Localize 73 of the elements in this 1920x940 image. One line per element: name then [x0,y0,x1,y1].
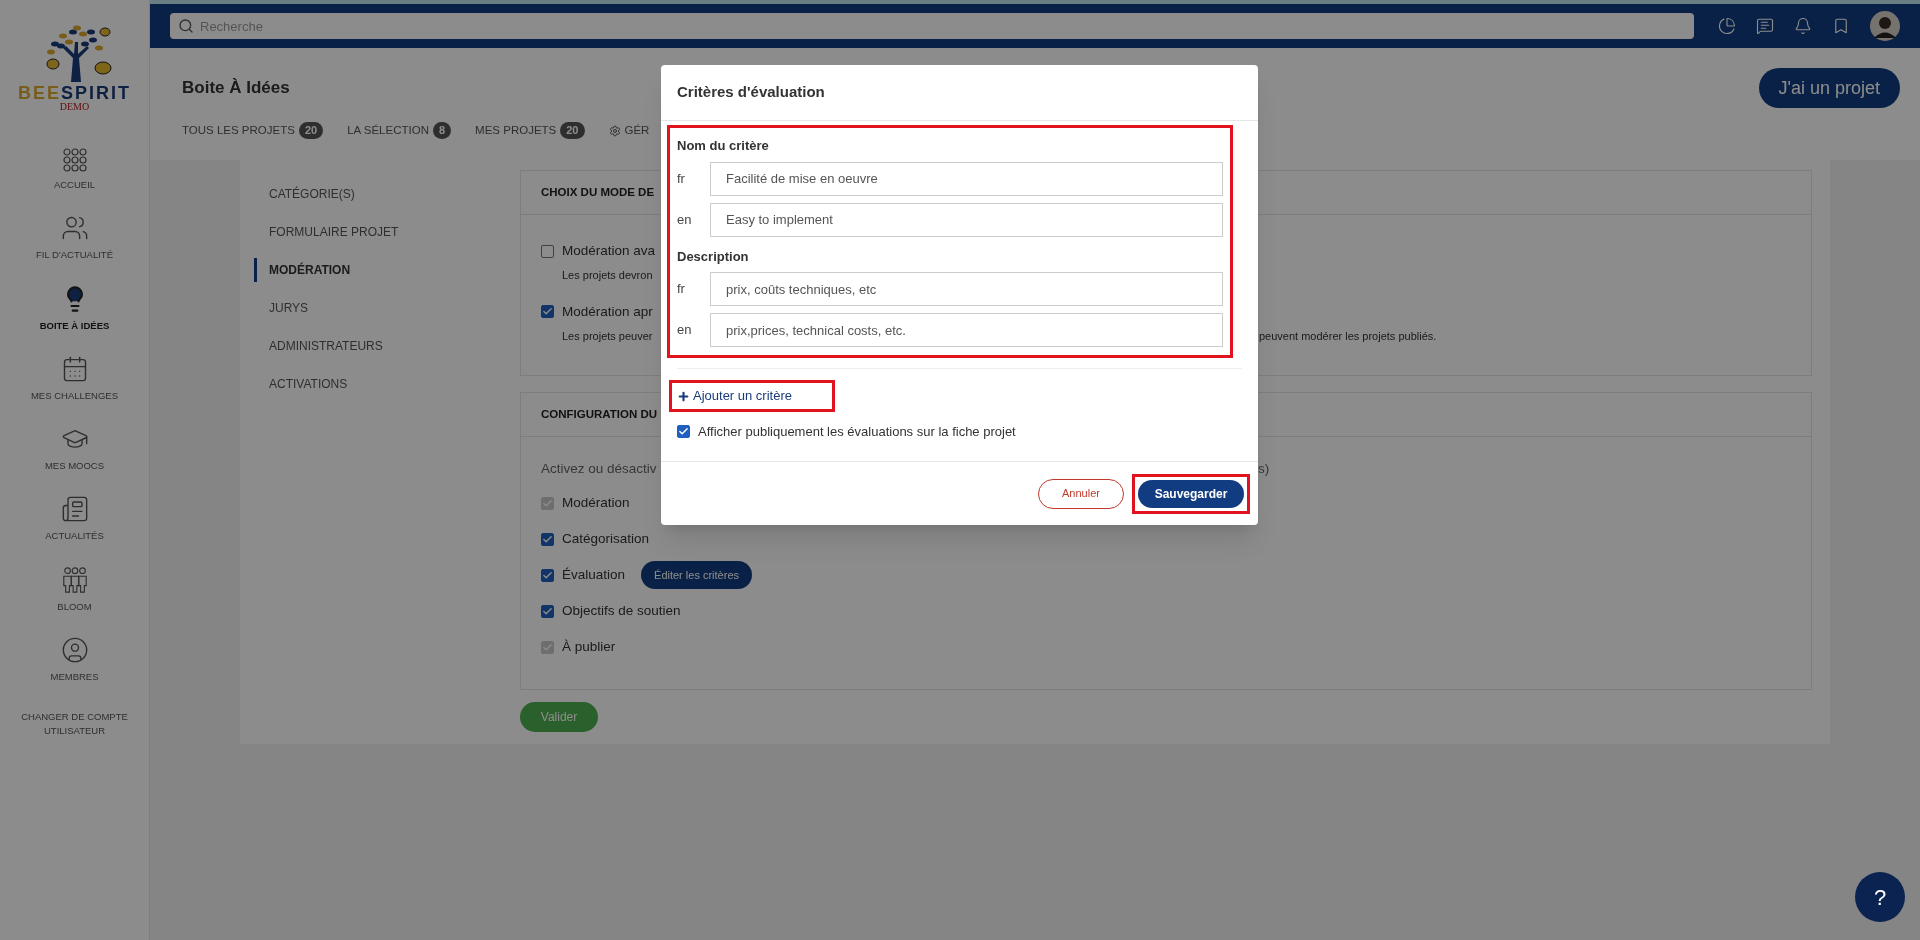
people-icon [60,565,89,594]
gear-icon [608,124,621,137]
user-icon [60,635,89,664]
feature-label: Catégorisation [562,530,650,549]
group-label: Description [677,247,750,266]
settings-menu-item[interactable]: ADMINISTRATEURS [254,334,520,358]
page-title: Boite À Idées [182,77,290,100]
sidebar-item[interactable]: BLOOM [4,565,145,614]
input-field[interactable]: Easy to implement [710,202,1223,237]
option-note: Les projets peuver [562,330,653,342]
plus-icon [677,389,690,403]
logo-wordmark: BEESPIRIT [18,84,131,102]
tab[interactable]: GÉR [608,122,650,146]
sidebar-item[interactable]: MEMBRES [4,635,145,684]
notification-icon[interactable] [1794,17,1812,35]
card-title: CHOIX DU MODE DE [541,184,655,200]
group-label: Nom du critère [677,137,770,155]
checkbox[interactable] [677,425,690,439]
checkbox[interactable] [541,244,554,258]
language-label: fr [677,169,686,188]
new-project-button[interactable]: J'ai un projet [1758,68,1900,108]
language-label: fr [677,280,686,299]
save-button[interactable]: Sauvegarder [1138,479,1244,508]
input-field[interactable]: prix,prices, technical costs, etc. [710,313,1223,347]
checkbox[interactable] [541,532,554,546]
feature-label: Évaluation [562,566,626,585]
option-label: Modération apr [562,302,653,321]
settings-menu-item[interactable]: ACTIVATIONS [254,372,520,396]
newspaper-icon [60,495,89,524]
sidebar-item[interactable]: MES MOOCS [4,425,145,474]
option-note: peuvent modérer les projets publiés. [1259,329,1437,344]
feature-label: Modération [562,494,630,513]
tab[interactable]: MES PROJETS 20 [475,122,585,146]
card-title: CONFIGURATION DU [541,406,658,422]
avatar[interactable] [1870,11,1900,41]
add-criterion-link[interactable]: Ajouter un critère [677,386,792,406]
option-note: Les projets devron [562,269,653,282]
chat-icon[interactable] [1756,17,1774,35]
option-label: Afficher publiquement les évaluations sur la fiche projet [698,423,1016,441]
sidebar-item[interactable]: BOITE À IDÉES [4,284,145,333]
input-field[interactable]: Facilité de mise en oeuvre [710,161,1223,196]
checkbox[interactable] [541,604,554,618]
bookmark-icon[interactable] [1832,17,1850,35]
logo-tag: DEMO [59,102,90,112]
validate-button[interactable]: Valider [520,702,598,732]
settings-menu-item[interactable]: FORMULAIRE PROJET [254,220,520,244]
search-icon [178,18,194,34]
sidebar-item[interactable]: ACCUEIL [4,148,145,193]
switch-account-link[interactable]: CHANGER DE COMPTE UTILISATEUR [19,710,130,738]
tab[interactable]: TOUS LES PROJETS 20 [182,122,324,146]
instruction-text: Activez ou désactiv [541,461,657,476]
feature-label: Objectifs de soutien [562,602,681,621]
tab[interactable]: LA SÉLECTION 8 [347,122,452,146]
settings-menu-item[interactable]: JURYS [254,296,520,320]
sidebar-item[interactable]: MES CHALLENGES [4,354,145,403]
settings-menu-item[interactable]: CATÉGORIE(S) [254,182,520,206]
language-label: en [677,321,693,340]
input-field[interactable]: prix, coûts techniques, etc [710,272,1223,306]
pie-chart-icon[interactable] [1718,17,1736,35]
option-label: Modération ava [562,242,656,260]
settings-menu-item[interactable]: MODÉRATION [254,258,520,282]
search-field[interactable]: Recherche [170,13,1694,39]
checkbox[interactable] [541,305,554,319]
grid-icon [62,148,87,172]
language-label: en [677,210,693,229]
modal-title: Critères d'évaluation [677,82,825,103]
feature-label: À publier [562,638,616,657]
sidebar-item[interactable]: FIL D'ACTUALITÉ [4,214,145,263]
instruction-text: s) [1258,460,1270,478]
sidebar-item[interactable]: ACTUALITÉS [4,495,145,544]
edit-criteria-button[interactable]: Éditer les critères [641,561,753,590]
help-button[interactable]: ? [1855,872,1905,922]
checkbox[interactable] [541,568,554,582]
